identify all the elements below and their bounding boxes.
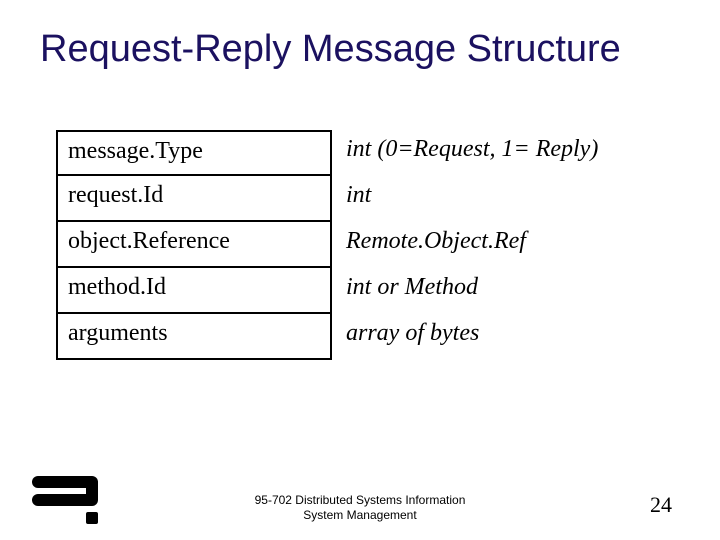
field-name: arguments [56, 314, 332, 360]
footer-line-1: 95-702 Distributed Systems Information [255, 493, 466, 507]
field-type: int (0=Request, 1= Reply) [332, 130, 676, 176]
field-type: int or Method [332, 268, 676, 314]
field-type: int [332, 176, 676, 222]
message-structure-table: message.Type int (0=Request, 1= Reply) r… [56, 130, 676, 360]
field-name: method.Id [56, 268, 332, 314]
table-row: object.Reference Remote.Object.Ref [56, 222, 676, 268]
field-name: object.Reference [56, 222, 332, 268]
table-row: method.Id int or Method [56, 268, 676, 314]
footer-text: 95-702 Distributed Systems Information S… [0, 493, 720, 522]
slide: Request-Reply Message Structure message.… [0, 0, 720, 540]
table-row: arguments array of bytes [56, 314, 676, 360]
field-name: message.Type [56, 130, 332, 176]
field-name: request.Id [56, 176, 332, 222]
field-type: Remote.Object.Ref [332, 222, 676, 268]
field-type: array of bytes [332, 314, 676, 360]
table-row: message.Type int (0=Request, 1= Reply) [56, 130, 676, 176]
footer-line-2: System Management [303, 508, 416, 522]
table-row: request.Id int [56, 176, 676, 222]
page-number: 24 [650, 492, 672, 518]
slide-title: Request-Reply Message Structure [40, 28, 690, 71]
